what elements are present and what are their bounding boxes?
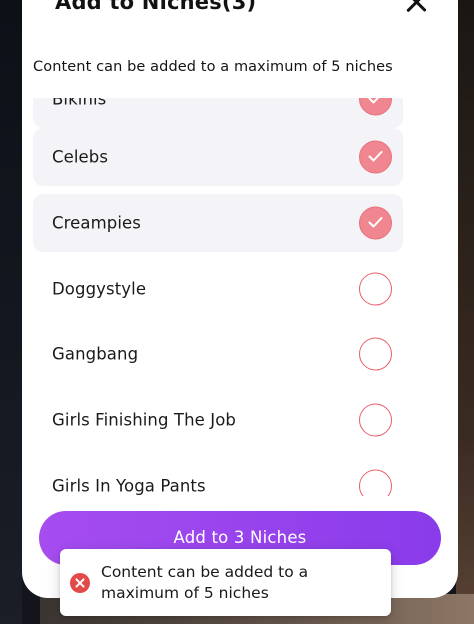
unchecked-circle-icon[interactable] — [359, 469, 392, 496]
niche-item-gangbang[interactable]: Gangbang — [33, 325, 403, 383]
checkmark-icon[interactable] — [359, 140, 392, 174]
niche-label: Girls In Yoga Pants — [52, 476, 206, 496]
niche-item-creampies[interactable]: Creampies — [33, 194, 403, 252]
niche-list[interactable]: Bikinis Celebs Creampies Doggystyle Gang… — [33, 98, 403, 496]
background-right — [456, 0, 474, 624]
niche-label: Creampies — [52, 213, 141, 233]
unchecked-circle-icon[interactable] — [359, 337, 392, 371]
niche-item-bikinis[interactable]: Bikinis — [33, 98, 403, 128]
unchecked-circle-icon[interactable] — [359, 403, 392, 437]
sheet-title: Add to Niches(3) — [55, 0, 257, 14]
niche-label: Girls Finishing The Job — [52, 410, 236, 430]
toast-message: Content can be added to a maximum of 5 n… — [101, 563, 309, 602]
niche-limit-hint: Content can be added to a maximum of 5 n… — [33, 59, 393, 75]
niche-item-celebs[interactable]: Celebs — [33, 128, 403, 186]
close-icon[interactable] — [404, 0, 428, 14]
unchecked-circle-icon[interactable] — [359, 272, 392, 306]
niche-label: Bikinis — [52, 98, 107, 109]
error-icon — [70, 573, 90, 593]
niche-item-girls-finishing-the-job[interactable]: Girls Finishing The Job — [33, 391, 403, 449]
niche-label: Gangbang — [52, 344, 139, 364]
checkmark-icon[interactable] — [359, 98, 392, 116]
niche-label: Celebs — [52, 147, 109, 167]
sheet-header: Add to Niches(3) — [55, 0, 428, 20]
error-toast: Content can be added to a maximum of 5 n… — [60, 549, 391, 616]
checkmark-icon[interactable] — [359, 206, 392, 240]
background-left — [0, 0, 22, 624]
niche-item-girls-in-yoga-pants[interactable]: Girls In Yoga Pants — [33, 457, 403, 496]
niche-item-doggystyle[interactable]: Doggystyle — [33, 260, 403, 318]
niche-label: Doggystyle — [52, 279, 147, 299]
